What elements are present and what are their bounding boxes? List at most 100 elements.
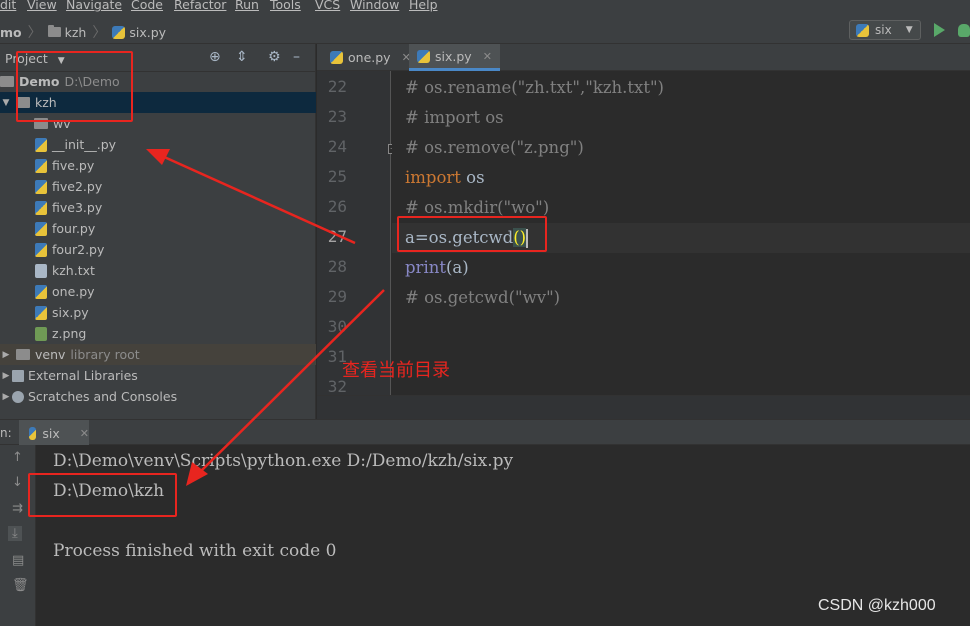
editor-tabs: one.py ✕ six.py ✕: [317, 44, 970, 71]
run-configuration-select[interactable]: six ▼: [849, 20, 921, 40]
line-number: 30: [327, 317, 347, 336]
text-file-icon: [35, 263, 47, 278]
print-icon[interactable]: ▤: [12, 553, 24, 568]
breadcrumb-project[interactable]: mo: [0, 25, 22, 40]
tree-item-label: z.png: [52, 326, 87, 341]
run-tool-header: n: six ✕: [0, 419, 970, 446]
debug-icon[interactable]: [958, 24, 970, 37]
tree-file[interactable]: four.py: [0, 218, 316, 239]
close-icon[interactable]: ✕: [80, 427, 89, 440]
close-icon[interactable]: ✕: [483, 50, 492, 63]
code-line: # os.rename("zh.txt","kzh.txt"): [405, 78, 664, 97]
tree-external-label: External Libraries: [28, 368, 138, 383]
annotation-text: 查看当前目录: [342, 360, 450, 381]
soft-wrap-icon[interactable]: ⇉: [12, 501, 23, 516]
run-icon[interactable]: [934, 23, 945, 37]
menu-view[interactable]: View: [27, 0, 57, 12]
trash-icon[interactable]: 🗑: [12, 578, 29, 593]
tree-external-libraries[interactable]: ▶ External Libraries: [0, 365, 316, 386]
python-file-icon: [35, 305, 47, 320]
menu-code[interactable]: Code: [131, 0, 163, 12]
tree-venv-label: venv: [35, 347, 66, 362]
menu-run[interactable]: Run: [235, 0, 259, 12]
gear-icon[interactable]: ⚙: [268, 49, 281, 65]
run-configuration-label: six: [875, 23, 892, 37]
tree-scratches[interactable]: ▶ Scratches and Consoles: [0, 386, 316, 407]
tree-item-label: four.py: [52, 221, 96, 236]
library-icon: [12, 369, 24, 382]
line-number: 22: [327, 77, 347, 96]
tree-scratches-label: Scratches and Consoles: [28, 389, 178, 404]
collapsed-triangle-icon[interactable]: ▶: [0, 371, 12, 381]
editor-status-strip: [317, 395, 970, 419]
python-file-icon: [29, 426, 37, 440]
menu-tools[interactable]: Tools: [270, 0, 301, 12]
tab-label: six.py: [435, 48, 472, 64]
line-number: 29: [327, 287, 347, 306]
line-number: 26: [327, 197, 347, 216]
tree-item-label: __init__.py: [52, 137, 117, 152]
tree-folder-venv[interactable]: ▶ venv library root: [0, 344, 316, 365]
collapse-all-icon[interactable]: ⇕: [236, 49, 248, 65]
folder-icon: [16, 349, 30, 360]
tree-item-label: one.py: [52, 284, 95, 299]
menu-vcs[interactable]: VCS: [315, 0, 340, 12]
breadcrumb-folder[interactable]: kzh: [65, 25, 87, 40]
tree-file[interactable]: z.png: [0, 323, 316, 344]
console-line: D:\Demo\venv\Scripts\python.exe D:/Demo/…: [53, 451, 514, 471]
tree-item-label: five2.py: [52, 179, 103, 194]
annotation-box-kzh-folder: [16, 51, 133, 122]
line-number: 23: [327, 107, 347, 126]
line-number: 28: [327, 257, 347, 276]
code-text: os: [460, 168, 485, 187]
menu-bar: dit View Navigate Code Refactor Run Tool…: [0, 0, 970, 14]
arrow-up-icon[interactable]: ↑: [12, 450, 23, 465]
menu-navigate[interactable]: Navigate: [66, 0, 122, 12]
menu-refactor[interactable]: Refactor: [174, 0, 226, 12]
menu-help[interactable]: Help: [409, 0, 438, 12]
annotation-box-output: [28, 473, 177, 517]
tree-file[interactable]: four2.py: [0, 239, 316, 260]
collapsed-triangle-icon[interactable]: ▶: [0, 392, 12, 402]
console-line: Process finished with exit code 0: [53, 541, 337, 561]
chevron-down-icon: ▼: [905, 25, 913, 35]
scratches-icon: [12, 390, 24, 403]
locate-icon[interactable]: ⊕: [209, 49, 221, 65]
arrow-down-icon[interactable]: ↓: [12, 475, 23, 490]
line-number: 24: [327, 137, 347, 156]
python-file-icon: [35, 200, 47, 215]
run-tab-label: six: [42, 425, 60, 441]
tree-file[interactable]: kzh.txt: [0, 260, 316, 281]
scroll-to-end-icon[interactable]: ⤓: [8, 526, 22, 541]
breadcrumb-file[interactable]: six.py: [129, 25, 166, 40]
tab-one-py[interactable]: one.py ✕: [322, 44, 419, 71]
tree-file[interactable]: five3.py: [0, 197, 316, 218]
python-file-icon: [856, 23, 869, 37]
tree-file[interactable]: one.py: [0, 281, 316, 302]
code-line: # import os: [405, 108, 504, 127]
code-text: (a): [445, 258, 469, 277]
tab-label: one.py: [348, 50, 391, 65]
run-label: n:: [0, 426, 12, 440]
line-number: 25: [327, 167, 347, 186]
annotation-box-getcwd: [397, 216, 547, 252]
run-tab-six[interactable]: six ✕: [19, 420, 89, 446]
tree-file[interactable]: five.py: [0, 155, 316, 176]
tree-item-label: four2.py: [52, 242, 105, 257]
collapsed-triangle-icon[interactable]: ▶: [0, 350, 12, 360]
builtin: print: [405, 258, 446, 277]
code-line: print(a): [405, 253, 469, 283]
hide-icon[interactable]: –: [293, 49, 300, 65]
tree-file[interactable]: six.py: [0, 302, 316, 323]
expanded-triangle-icon[interactable]: ▼: [0, 98, 12, 108]
tree-file[interactable]: __init__.py: [0, 134, 316, 155]
python-file-icon: [35, 242, 47, 257]
menu-window[interactable]: Window: [350, 0, 399, 12]
code-line: import os: [405, 163, 485, 193]
tree-file[interactable]: five2.py: [0, 176, 316, 197]
breadcrumb: mo 〉 kzh 〉 six.py: [0, 22, 166, 42]
code-line: # os.remove("z.png"): [405, 138, 584, 157]
code-line: # os.getcwd("wv"): [405, 288, 561, 307]
menu-edit[interactable]: dit: [0, 0, 16, 12]
tab-six-py[interactable]: six.py ✕: [409, 44, 500, 71]
